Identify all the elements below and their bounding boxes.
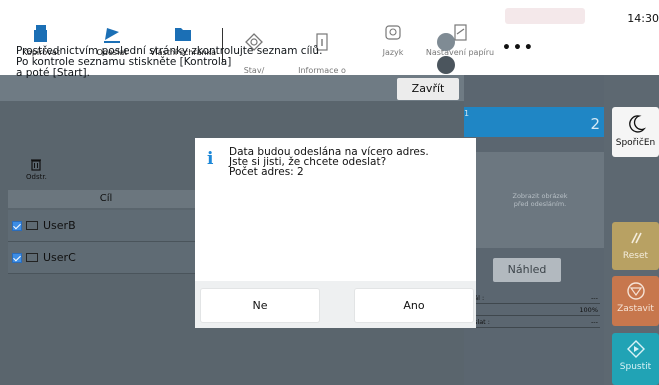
- destination-name: UserC: [43, 251, 76, 264]
- row-checkbox[interactable]: [12, 220, 22, 231]
- destination-count: 2: [590, 115, 600, 133]
- stop-label: Zastavit: [617, 304, 654, 314]
- stat-value: ---: [590, 317, 598, 326]
- stat-row: eslat : ---: [468, 316, 600, 328]
- instruction-message: Prostřednictvím poslední stránky zkontro…: [16, 45, 323, 79]
- screen: 14:30 Kopírovat Odeslat Vlastní schránka: [0, 0, 659, 385]
- destination-name: UserB: [43, 219, 76, 232]
- destination-column-header[interactable]: Cíl: [8, 190, 204, 208]
- preview-stats: nál :--- :100% eslat :---: [468, 292, 600, 328]
- start-button[interactable]: Spustit: [612, 333, 659, 385]
- preview-placeholder: Zobrazit obrázek před odesláním.: [512, 192, 568, 208]
- row-checkbox[interactable]: [12, 252, 22, 263]
- preview-button[interactable]: Náhled: [493, 258, 561, 282]
- destination-row[interactable]: UserB: [8, 210, 204, 242]
- trash-icon: [31, 159, 42, 171]
- info-icon: i: [207, 149, 214, 169]
- reset-button[interactable]: Reset: [612, 222, 659, 270]
- preview-area: Zobrazit obrázek před odesláním.: [476, 152, 604, 248]
- email-icon: [26, 253, 38, 262]
- dialog-line-3: Počet adres: 2: [229, 166, 304, 178]
- yes-button[interactable]: Ano: [355, 289, 473, 322]
- clock: 14:30: [627, 12, 659, 25]
- send-icon: [104, 28, 120, 43]
- energy-saver-button[interactable]: SpořičEn: [612, 107, 659, 157]
- start-label: Spustit: [619, 362, 652, 372]
- delete-label: Odstr.: [26, 173, 47, 181]
- reset-icon: [630, 232, 642, 244]
- confirm-dialog: i Data budou odeslána na vícero adres. J…: [195, 138, 476, 328]
- status-blur: [505, 8, 585, 24]
- energy-saver-label: SpořičEn: [615, 138, 656, 148]
- toolbar-more-button[interactable]: •••: [502, 40, 535, 56]
- reset-label: Reset: [622, 251, 649, 261]
- destination-list: UserB UserC: [8, 210, 204, 274]
- stat-row: :100%: [468, 304, 600, 316]
- destination-count-strip: 1 2: [464, 107, 604, 137]
- copy-icon: [34, 25, 47, 42]
- strip-small-number: 1: [464, 109, 470, 118]
- stat-value: ---: [590, 293, 598, 302]
- stop-icon: [626, 282, 645, 300]
- moon-icon: [628, 115, 646, 133]
- no-button[interactable]: Ne: [201, 289, 319, 322]
- email-icon: [26, 221, 38, 230]
- language-icon: [385, 25, 401, 40]
- start-icon: [626, 340, 645, 358]
- stat-value: 100%: [579, 305, 598, 314]
- stop-button[interactable]: Zastavit: [612, 276, 659, 326]
- dialog-message: Data budou odeslána na vícero adres. Jst…: [229, 147, 429, 178]
- delete-button[interactable]: Odstr.: [26, 157, 47, 181]
- scroll-down-button[interactable]: [437, 56, 455, 74]
- close-button[interactable]: Zavřít: [397, 78, 459, 100]
- folder-icon: [175, 28, 191, 41]
- toolbar-paper-settings-button[interactable]: Nastavení papíru: [424, 22, 496, 57]
- stat-row: nál : ---: [468, 292, 600, 304]
- toolbar-paper-settings-label: Nastavení papíru: [425, 48, 495, 57]
- scroll-up-button[interactable]: [437, 33, 455, 51]
- destination-row[interactable]: UserC: [8, 242, 204, 274]
